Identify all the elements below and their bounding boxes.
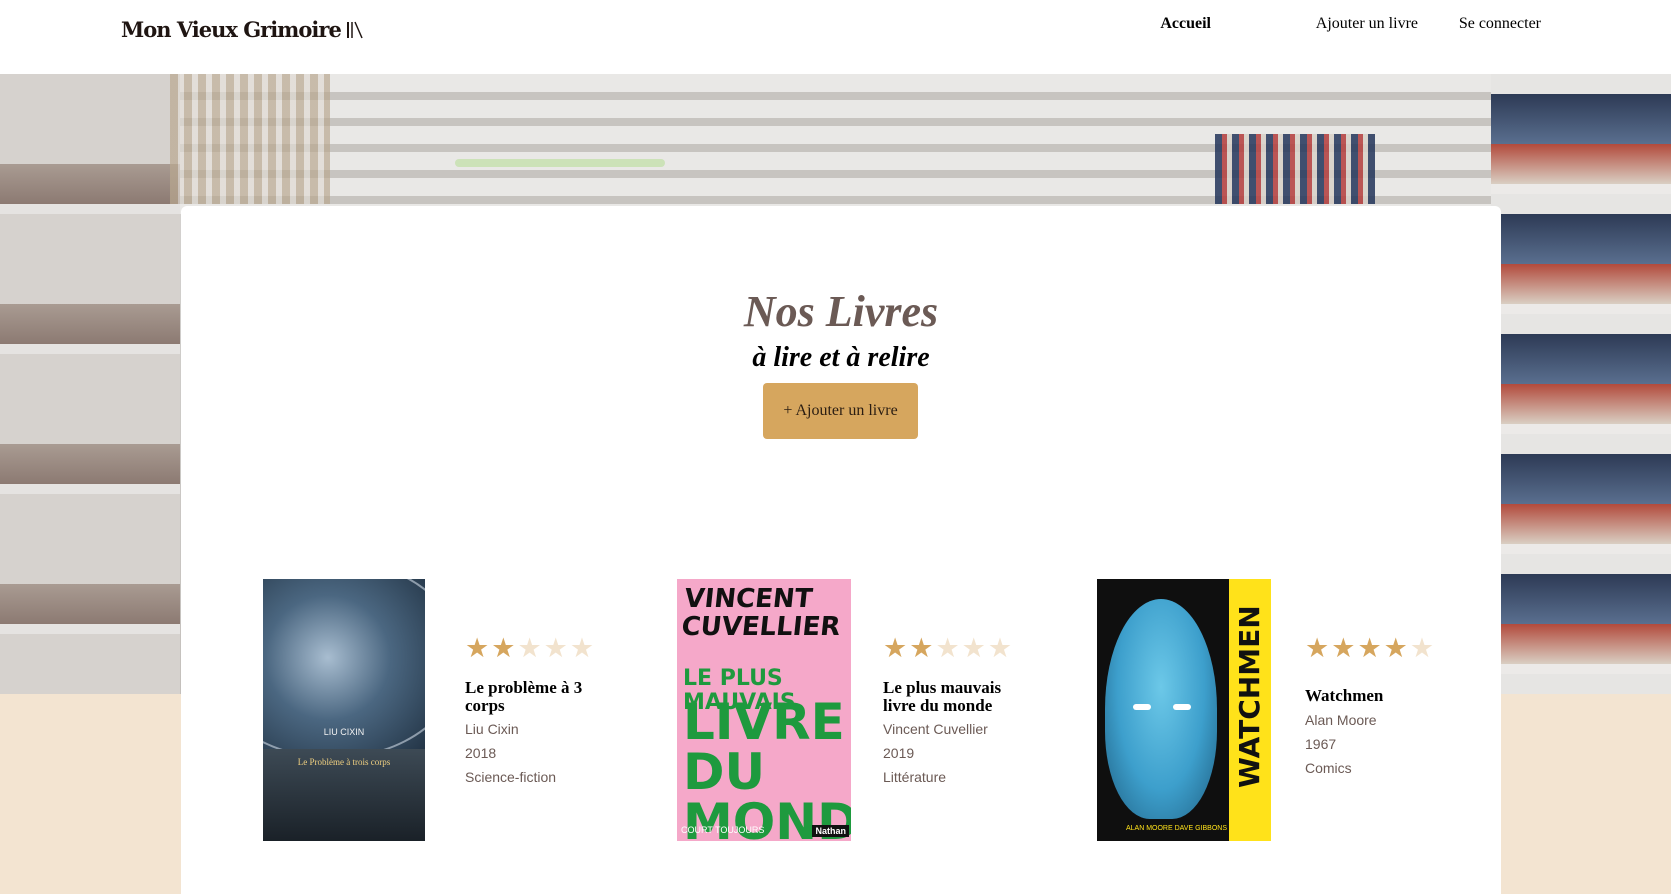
star-icon: ★: [987, 633, 1013, 664]
cover-title: WATCHMEN: [1233, 605, 1266, 789]
bookshelf-mid-right: [1215, 134, 1375, 204]
cover-authors: ALAN MOORE DAVE GIBBONS: [1125, 825, 1227, 832]
star-icon: ★: [1357, 633, 1382, 664]
cover-title: Le Problème à trois corps: [297, 757, 391, 767]
book-title: Watchmen: [1305, 686, 1384, 705]
rating-stars: ★ ★ ★ ★ ★: [465, 635, 594, 662]
star-icon: ★: [1383, 633, 1408, 664]
star-icon: ★: [1409, 633, 1435, 664]
star-icon: ★: [909, 633, 934, 664]
site-header: Mon Vieux Grimoire Accueil Ajouter un li…: [0, 0, 1671, 74]
book-card[interactable]: WATCHMEN ALAN MOORE DAVE GIBBONS ★ ★ ★ ★…: [1097, 579, 1457, 841]
books-icon: [346, 21, 363, 38]
book-author: Vincent Cuvellier: [883, 721, 988, 737]
cover-title-line2: LIVRE DU MONDE: [683, 693, 851, 841]
book-genre: Comics: [1305, 760, 1352, 776]
nav-accueil[interactable]: Accueil: [1160, 15, 1211, 33]
star-icon: ★: [1305, 633, 1330, 664]
logo-text: Mon Vieux Grimoire: [121, 17, 342, 42]
bookshelf-left: [0, 74, 180, 694]
ceiling-light: [455, 159, 665, 167]
star-icon: ★: [491, 633, 516, 664]
book-title: Le problème à 3 corps: [465, 678, 583, 715]
book-card[interactable]: VINCENT CUVELLIER LE PLUS MAUVAIS LIVRE …: [677, 579, 1037, 841]
book-genre: Science-fiction: [465, 769, 557, 785]
rating-stars: ★ ★ ★ ★ ★: [1305, 635, 1434, 662]
page-subtitle: à lire et à relire: [752, 342, 930, 373]
cover-eye: [1133, 704, 1151, 710]
rating-stars: ★ ★ ★ ★ ★: [883, 635, 1012, 662]
star-icon: ★: [935, 633, 960, 664]
add-book-button[interactable]: + Ajouter un livre: [763, 383, 918, 439]
book-cover[interactable]: WATCHMEN ALAN MOORE DAVE GIBBONS: [1097, 579, 1271, 841]
book-year: 1967: [1305, 736, 1337, 752]
book-author: Liu Cixin: [465, 721, 519, 737]
nav-se-connecter[interactable]: Se connecter: [1459, 15, 1541, 33]
star-icon: ★: [465, 633, 490, 664]
bookshelf-right: [1491, 74, 1671, 694]
book-cover[interactable]: LIU CIXIN Le Problème à trois corps: [263, 579, 425, 841]
star-icon: ★: [961, 633, 986, 664]
book-title: Le plus mauvais livre du monde: [883, 678, 1002, 715]
nav-ajouter-livre[interactable]: Ajouter un livre: [1316, 15, 1418, 33]
cover-author: VINCENT CUVELLIER: [679, 584, 842, 642]
cover-eye: [1173, 704, 1191, 710]
book-year: 2018: [465, 745, 497, 761]
book-card[interactable]: LIU CIXIN Le Problème à trois corps ★ ★ …: [263, 579, 603, 841]
book-cover[interactable]: VINCENT CUVELLIER LE PLUS MAUVAIS LIVRE …: [677, 579, 851, 841]
cover-author: LIU CIXIN: [323, 727, 365, 737]
cover-face: [1105, 599, 1217, 819]
cover-series: COURT TOUJOURS: [681, 825, 765, 835]
site-logo[interactable]: Mon Vieux Grimoire: [121, 17, 365, 42]
book-author: Alan Moore: [1305, 712, 1377, 728]
books-card: Nos Livres à lire et à relire + Ajouter …: [181, 206, 1501, 894]
star-icon: ★: [517, 633, 542, 664]
star-icon: ★: [1331, 633, 1356, 664]
star-icon: ★: [569, 633, 595, 664]
book-genre: Littérature: [883, 769, 947, 785]
page-title: Nos Livres: [743, 287, 939, 336]
bookshelf-mid-left: [170, 74, 330, 204]
cover-publisher: Nathan: [812, 825, 849, 837]
star-icon: ★: [883, 633, 908, 664]
star-icon: ★: [543, 633, 568, 664]
book-year: 2019: [883, 745, 915, 761]
